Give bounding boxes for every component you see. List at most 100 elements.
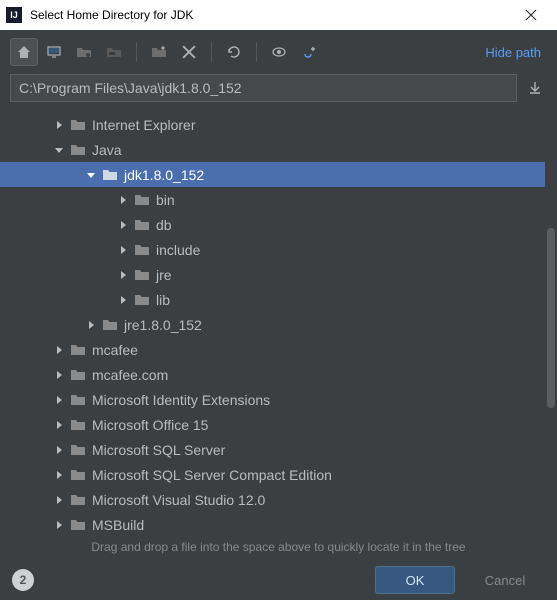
folder-icon (70, 518, 86, 532)
show-hidden-button[interactable] (265, 38, 293, 66)
new-folder-icon (151, 44, 167, 60)
folder-icon (70, 343, 86, 357)
chevron-right-icon[interactable] (116, 193, 130, 207)
chevron-right-icon[interactable] (52, 418, 66, 432)
toolbar: Hide path (0, 30, 557, 74)
tree-row[interactable]: Microsoft Identity Extensions (0, 387, 545, 412)
folder-icon (70, 468, 86, 482)
folder-icon (70, 393, 86, 407)
chevron-right-icon[interactable] (52, 368, 66, 382)
folder-icon (70, 118, 86, 132)
desktop-button[interactable] (40, 38, 68, 66)
folder-icon (134, 268, 150, 282)
chevron-right-icon[interactable] (116, 268, 130, 282)
tree-row[interactable]: Microsoft Office 15 (0, 412, 545, 437)
folder-icon (70, 493, 86, 507)
folder-icon (70, 368, 86, 382)
tree-row-label: mcafee.com (92, 367, 168, 383)
tree-row-label: Microsoft Visual Studio 12.0 (92, 492, 265, 508)
tree-row-label: bin (156, 192, 175, 208)
tree-row-label: jdk1.8.0_152 (124, 167, 204, 183)
chevron-right-icon[interactable] (52, 518, 66, 532)
tree-row-label: mcafee (92, 342, 138, 358)
tree-row-label: jre (156, 267, 172, 283)
hide-path-link[interactable]: Hide path (485, 45, 547, 60)
chevron-right-icon[interactable] (52, 343, 66, 357)
refresh-icon (226, 44, 242, 60)
chevron-right-icon[interactable] (116, 218, 130, 232)
refresh-button[interactable] (220, 38, 248, 66)
path-row (0, 74, 557, 108)
tree-row[interactable]: bin (0, 187, 545, 212)
tree-row-label: MSBuild (92, 517, 144, 533)
directory-tree[interactable]: Internet Explorer Javajdk1.8.0_152bin db in… (0, 108, 545, 534)
tree-row[interactable]: Microsoft Visual Studio 12.0 (0, 487, 545, 512)
tree-row[interactable]: mcafee.com (0, 362, 545, 387)
download-icon (528, 81, 542, 95)
step-badge: 2 (12, 569, 34, 591)
folder-dot-icon (76, 44, 92, 60)
tree-row[interactable]: Microsoft SQL Server (0, 437, 545, 462)
tree-row-label: Java (92, 142, 122, 158)
tree-row[interactable]: Java (0, 137, 545, 162)
delete-button[interactable] (175, 38, 203, 66)
new-folder-button[interactable] (145, 38, 173, 66)
chevron-right-icon[interactable] (116, 243, 130, 257)
tree-row-label: Microsoft SQL Server Compact Edition (92, 467, 332, 483)
chevron-right-icon[interactable] (52, 493, 66, 507)
window-title: Select Home Directory for JDK (30, 8, 193, 22)
chevron-right-icon[interactable] (84, 318, 98, 332)
toolbar-separator (136, 42, 137, 62)
folder-icon (134, 243, 150, 257)
folder-icon (134, 218, 150, 232)
footer: 2 OK Cancel (0, 560, 557, 600)
chevron-right-icon[interactable] (52, 118, 66, 132)
tree-row[interactable]: Microsoft SQL Server Compact Edition (0, 462, 545, 487)
tree-row[interactable]: include (0, 237, 545, 262)
eye-icon (271, 44, 287, 60)
download-button[interactable] (523, 76, 547, 100)
add-jdk-button[interactable] (295, 38, 323, 66)
chevron-right-icon[interactable] (52, 468, 66, 482)
module-button[interactable] (100, 38, 128, 66)
toolbar-separator (211, 42, 212, 62)
desktop-icon (46, 44, 62, 60)
delete-icon (182, 45, 196, 59)
chevron-down-icon[interactable] (84, 168, 98, 182)
ok-button[interactable]: OK (375, 566, 455, 594)
project-button[interactable] (70, 38, 98, 66)
cancel-button[interactable]: Cancel (465, 566, 545, 594)
path-input[interactable] (10, 74, 517, 102)
tree-row[interactable]: Internet Explorer (0, 112, 545, 137)
tree-row-label: Microsoft Identity Extensions (92, 392, 270, 408)
folder-icon (70, 418, 86, 432)
close-button[interactable] (511, 0, 551, 30)
tree-row[interactable]: jre1.8.0_152 (0, 312, 545, 337)
tree-row[interactable]: MSBuild (0, 512, 545, 534)
tree-row[interactable]: mcafee (0, 337, 545, 362)
tree-container: Internet Explorer Javajdk1.8.0_152bin db in… (0, 108, 557, 534)
chevron-right-icon[interactable] (116, 293, 130, 307)
drop-hint: Drag and drop a file into the space abov… (0, 534, 557, 560)
folder-icon (70, 443, 86, 457)
folder-icon (70, 143, 86, 157)
folder-icon (134, 293, 150, 307)
tree-row-label: include (156, 242, 200, 258)
chevron-right-icon[interactable] (52, 443, 66, 457)
app-icon: IJ (6, 7, 22, 23)
folder-icon (102, 168, 118, 182)
scrollbar[interactable] (545, 108, 557, 534)
tree-row[interactable]: jdk1.8.0_152 (0, 162, 545, 187)
tree-row-label: lib (156, 292, 170, 308)
scrollbar-thumb[interactable] (547, 228, 555, 408)
home-icon (16, 44, 32, 60)
home-button[interactable] (10, 38, 38, 66)
chevron-right-icon[interactable] (52, 393, 66, 407)
tree-row[interactable]: db (0, 212, 545, 237)
tree-row[interactable]: lib (0, 287, 545, 312)
tree-row[interactable]: jre (0, 262, 545, 287)
folder-stack-icon (106, 44, 122, 60)
chevron-down-icon[interactable] (52, 143, 66, 157)
toolbar-separator (256, 42, 257, 62)
tree-row-label: Microsoft Office 15 (92, 417, 208, 433)
